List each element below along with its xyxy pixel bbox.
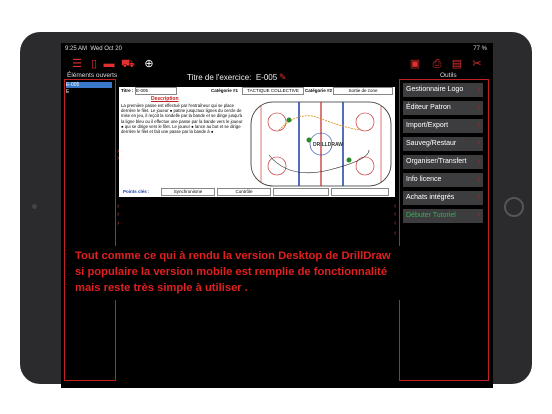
- tools-icon[interactable]: ✂: [471, 58, 483, 70]
- promo-line-3: mais reste très simple à utiliser .: [75, 282, 248, 294]
- titre-label: Titre :: [121, 88, 134, 93]
- chevron-icon: ›: [477, 194, 480, 201]
- logo-manager-button[interactable]: Gestionnaire Logo ›: [403, 83, 483, 97]
- print-icon[interactable]: ⎙: [431, 58, 443, 70]
- chevron-icon: ›: [117, 211, 120, 218]
- save-icon[interactable]: ▤: [451, 58, 463, 70]
- titre-field[interactable]: E-005: [135, 87, 177, 95]
- promo-caption: Tout comme ce qui à rendu la version Des…: [71, 246, 409, 300]
- drill-sheet: Titre : E-005 Catégorie #1 TACTIQUE COLL…: [119, 87, 395, 197]
- license-info-button[interactable]: Info licence ›: [403, 173, 483, 187]
- cat2-field[interactable]: Sortie de zone: [333, 87, 393, 95]
- cat1-field[interactable]: TACTIQUE COLLECTIVE: [242, 87, 304, 95]
- pencil-icon[interactable]: ✎: [279, 72, 287, 83]
- point-field[interactable]: [331, 188, 389, 196]
- chevron-icon: ‹: [394, 220, 397, 227]
- open-items-title: Éléments ouverts: [67, 72, 118, 79]
- point-field[interactable]: [273, 188, 329, 196]
- globe-icon[interactable]: ⊕: [143, 58, 155, 70]
- chevron-icon: ‹: [394, 203, 397, 210]
- start-tutorial-button[interactable]: Débuter Tutoriel ›: [403, 209, 483, 223]
- folder-icon[interactable]: ▬: [103, 58, 115, 70]
- open-items-panel: Éléments ouverts E-005 E: [64, 72, 117, 381]
- chevron-icon: ‹: [394, 230, 397, 237]
- promo-line-1: Tout comme ce qui à rendu la version Des…: [75, 250, 391, 262]
- hockey-rink-diagram[interactable]: DRILLDRAW: [249, 100, 393, 188]
- cat2-label: Catégorie #2: [305, 88, 333, 93]
- cart-icon[interactable]: ⛟: [121, 58, 135, 70]
- home-button[interactable]: [504, 197, 524, 217]
- app-screen: 9:25 AM Wed Oct 20 77 % ☰ ▯ ▬ ⛟ ⊕ ▣ ⎙ ▤ …: [61, 43, 493, 388]
- chevron-icon: ›: [477, 104, 480, 111]
- promo-line-2: si populaire la version mobile est rempl…: [75, 266, 388, 278]
- cat1-label: Catégorie #1: [211, 88, 239, 93]
- chevron-icon: ›: [477, 140, 480, 147]
- backup-restore-button[interactable]: Sauveg/Restaur ›: [403, 137, 483, 151]
- points-label: Points clés :: [123, 189, 150, 194]
- in-app-purchases-button[interactable]: Achats intégrés ›: [403, 191, 483, 205]
- tools-title: Outils: [440, 72, 457, 79]
- list-icon[interactable]: ☰: [71, 58, 83, 70]
- battery-indicator: 77 %: [473, 46, 487, 52]
- rink-logo-text: DRILLDRAW: [313, 142, 343, 148]
- exercise-title: Titre de l'exercice: E-005: [187, 73, 277, 82]
- tools-panel: Outils Gestionnaire Logo › Éditeur Patron…: [399, 72, 489, 381]
- chevron-icon: ›: [477, 122, 480, 129]
- chevron-icon: ›: [117, 220, 120, 227]
- open-item[interactable]: E: [66, 89, 112, 95]
- status-bar: 9:25 AM Wed Oct 20 77 %: [61, 43, 493, 55]
- chevron-icon: ›: [477, 176, 480, 183]
- description-text: La première passe est effectué par l'ent…: [121, 103, 243, 135]
- chevron-icon: ›: [117, 203, 120, 210]
- description-title: Description: [151, 96, 179, 102]
- open-item[interactable]: E-005: [66, 82, 112, 88]
- organize-transfer-button[interactable]: Organiser/Transfert ›: [403, 155, 483, 169]
- point-field[interactable]: Contrôle: [217, 188, 271, 196]
- pdf-icon[interactable]: ▣: [409, 58, 421, 70]
- new-file-icon[interactable]: ▯: [88, 58, 100, 70]
- chevron-icon: ›: [477, 86, 480, 93]
- exercise-title-label: Titre de l'exercice:: [187, 73, 252, 82]
- camera: [32, 204, 37, 209]
- status-time: 9:25 AM: [65, 46, 88, 52]
- import-export-button[interactable]: Import/Export ›: [403, 119, 483, 133]
- status-date: Wed Oct 20: [90, 46, 122, 52]
- exercise-title-value[interactable]: E-005: [256, 73, 277, 82]
- point-field[interactable]: Synchronisme: [161, 188, 215, 196]
- chevron-icon: ›: [477, 212, 480, 219]
- chevron-icon: ›: [477, 158, 480, 165]
- chevron-icon: ‹: [394, 211, 397, 218]
- template-editor-button[interactable]: Éditeur Patron ›: [403, 101, 483, 115]
